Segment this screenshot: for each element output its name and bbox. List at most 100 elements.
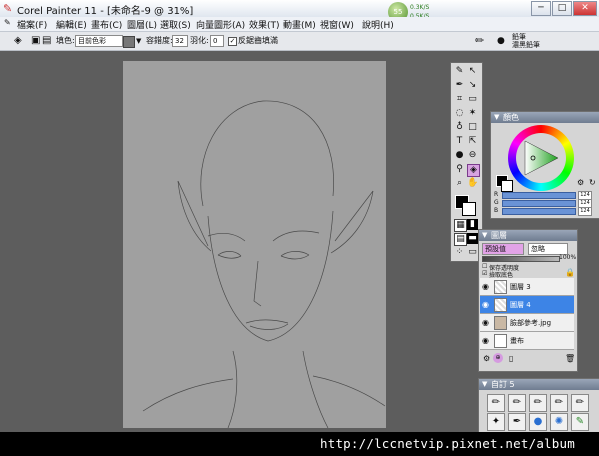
look-selector-icon[interactable]: ⁘ (454, 247, 465, 258)
menu-window[interactable]: 視窗(W) (320, 18, 354, 31)
layer-row[interactable]: ◉ 畫布 (480, 332, 574, 350)
watermark-url: http://lccnetvip.pixnet.net/album (320, 436, 575, 451)
rgb-label-b: B (494, 207, 499, 214)
drawing-canvas[interactable] (123, 61, 386, 429)
saturation-triangle[interactable] (520, 137, 562, 179)
menu-edit[interactable]: 編輯(E) (56, 18, 87, 31)
pick-up-underlying-checkbox[interactable]: ☑ (482, 270, 487, 277)
layers-panel-header[interactable]: ▼ 圖層 (479, 230, 577, 241)
pencil-brush-icon[interactable]: ✏ (571, 394, 589, 412)
eye-icon[interactable]: ◉ (482, 336, 489, 345)
menu-help[interactable]: 說明(H) (362, 18, 394, 31)
pencil-brush-icon[interactable]: ✏ (508, 394, 526, 412)
paper-selector-icon[interactable]: ▦ (454, 219, 467, 232)
layers-panel-title: 圖層 (491, 231, 507, 240)
magic-wand-icon[interactable]: ✶ (467, 108, 478, 119)
menu-shapes[interactable]: 向量圖形(A) (196, 18, 245, 31)
color-swap-icon[interactable]: ↻ (589, 178, 596, 187)
opacity-slider[interactable] (482, 256, 560, 262)
water-brush-icon[interactable]: ● (529, 413, 547, 431)
close-button[interactable]: ✕ (573, 1, 597, 16)
weaves-selector-icon[interactable]: ▭ (467, 247, 478, 258)
eye-icon[interactable]: ◉ (482, 300, 489, 309)
grabber-icon[interactable]: ✋ (467, 178, 478, 189)
new-layer-icon[interactable]: ▯ (509, 354, 513, 363)
layer-row[interactable]: ◉ 圖層 3 (480, 278, 574, 296)
arrow-tool-icon[interactable]: ↖ (467, 66, 478, 77)
clone-tool-icon[interactable]: ● (454, 150, 465, 161)
pencil-brush-icon[interactable]: ✏ (487, 394, 505, 412)
preserve-transparency-checkbox[interactable]: ☐ (482, 263, 487, 270)
pencil-brush-icon[interactable]: ✏ (529, 394, 547, 412)
menu-canvas[interactable]: 畫布(C) (91, 18, 122, 31)
blender-brush-icon[interactable]: ✦ (487, 413, 505, 431)
menu-app-icon[interactable]: ✎ (4, 18, 11, 27)
delete-layer-icon[interactable]: 🗑 (565, 354, 575, 363)
lasso-tool-icon[interactable]: ◌ (454, 108, 465, 119)
blue-slider[interactable] (502, 208, 576, 215)
rectangle-shape-icon[interactable]: □ (467, 122, 478, 133)
color-panel-header[interactable]: ▼ 顏色 (491, 112, 599, 123)
nozzle-selector-icon[interactable]: ▬ (467, 233, 478, 244)
pencil-brush-icon[interactable]: ✏ (475, 35, 484, 47)
shape-select-icon[interactable]: ⇱ (467, 136, 478, 147)
menu-layers[interactable]: 圖層(L) (127, 18, 157, 31)
eye-icon[interactable]: ◉ (482, 318, 489, 327)
fill-image-icon[interactable]: ▤ (42, 35, 51, 47)
fill-mode-icon[interactable]: ▣ (31, 35, 40, 47)
airbrush-icon[interactable]: ✺ (550, 413, 568, 431)
eye-icon[interactable]: ◉ (482, 282, 489, 291)
menu-select[interactable]: 選取(S) (160, 18, 191, 31)
marker-brush-icon[interactable]: ✎ (571, 413, 589, 431)
layer-thumbnail (494, 280, 507, 294)
fill-swatch[interactable] (123, 36, 135, 48)
composite-method-select[interactable]: 預設值 (482, 243, 524, 255)
face-sketch (142, 100, 386, 429)
menu-movie[interactable]: 動畫(M) (283, 18, 316, 31)
paint-bucket-tool-icon[interactable]: ◈ (467, 164, 480, 177)
brush-tool-icon[interactable]: ✎ (454, 66, 465, 77)
layer-row-selected[interactable]: ◉ 圖層 4 (480, 296, 574, 314)
color-panel: ▼ 顏色 ⚙ ↻ R 124 G 124 B 124 (490, 111, 599, 219)
dropper-tool-icon[interactable]: ✒ (454, 80, 465, 91)
layer-adjuster-icon[interactable]: ↘ (467, 80, 478, 91)
minimize-button[interactable]: ─ (531, 1, 551, 16)
text-tool-icon[interactable]: T (454, 136, 465, 147)
tolerance-field[interactable]: 32 (172, 35, 188, 47)
magnifier-icon[interactable]: ⌕ (454, 178, 465, 189)
pencil-brush-icon[interactable]: ✏ (550, 394, 568, 412)
pen-brush-icon[interactable]: ✒ (508, 413, 526, 431)
antialias-checkbox[interactable]: ✓ (228, 37, 237, 46)
gradient-selector-icon[interactable]: ▮ (467, 219, 478, 230)
dynamic-plugins-icon[interactable]: ⊕ (493, 353, 503, 363)
rect-select-icon[interactable]: ▭ (467, 94, 478, 105)
menu-file[interactable]: 檔案(F) (17, 18, 47, 31)
green-slider[interactable] (502, 200, 576, 207)
custom-palette-header[interactable]: ▼ 自訂 5 (479, 379, 599, 390)
collapse-triangle-icon[interactable]: ▼ (482, 230, 487, 241)
paint-bucket-icon[interactable]: ◈ (14, 35, 22, 47)
rubber-stamp-icon[interactable]: ⊖ (467, 150, 478, 161)
crop-tool-icon[interactable]: ⌗ (454, 94, 465, 105)
rgb-toggle-icon[interactable]: ⚙ (577, 178, 584, 187)
layer-row[interactable]: ◉ 臉部參考.jpg (480, 314, 574, 332)
feather-field[interactable]: 0 (210, 35, 224, 47)
layer-name: 圖層 3 (510, 283, 531, 291)
dodge-tool-icon[interactable]: ⚲ (454, 164, 465, 175)
fill-source-select[interactable]: 目前色彩 (75, 35, 123, 47)
collapse-triangle-icon[interactable]: ▼ (494, 112, 499, 123)
brush-dab-icon[interactable]: ● (497, 35, 505, 47)
lock-icon[interactable]: 🔒 (565, 268, 575, 277)
red-slider[interactable] (502, 192, 576, 199)
maximize-button[interactable]: □ (552, 1, 572, 16)
color-secondary-swatch[interactable] (501, 180, 513, 192)
collapse-triangle-icon[interactable]: ▼ (482, 379, 487, 390)
opacity-value[interactable]: 100% (559, 254, 576, 261)
blue-value[interactable]: 124 (578, 207, 592, 216)
pen-tool-icon[interactable]: ♁ (454, 122, 465, 133)
menu-effects[interactable]: 效果(T) (249, 18, 280, 31)
pattern-selector-icon[interactable]: ▤ (454, 233, 467, 246)
additional-color-swatch[interactable] (462, 202, 476, 216)
chevron-down-icon[interactable]: ▼ (136, 35, 141, 47)
layer-commands-icon[interactable]: ⚙ (483, 354, 490, 363)
